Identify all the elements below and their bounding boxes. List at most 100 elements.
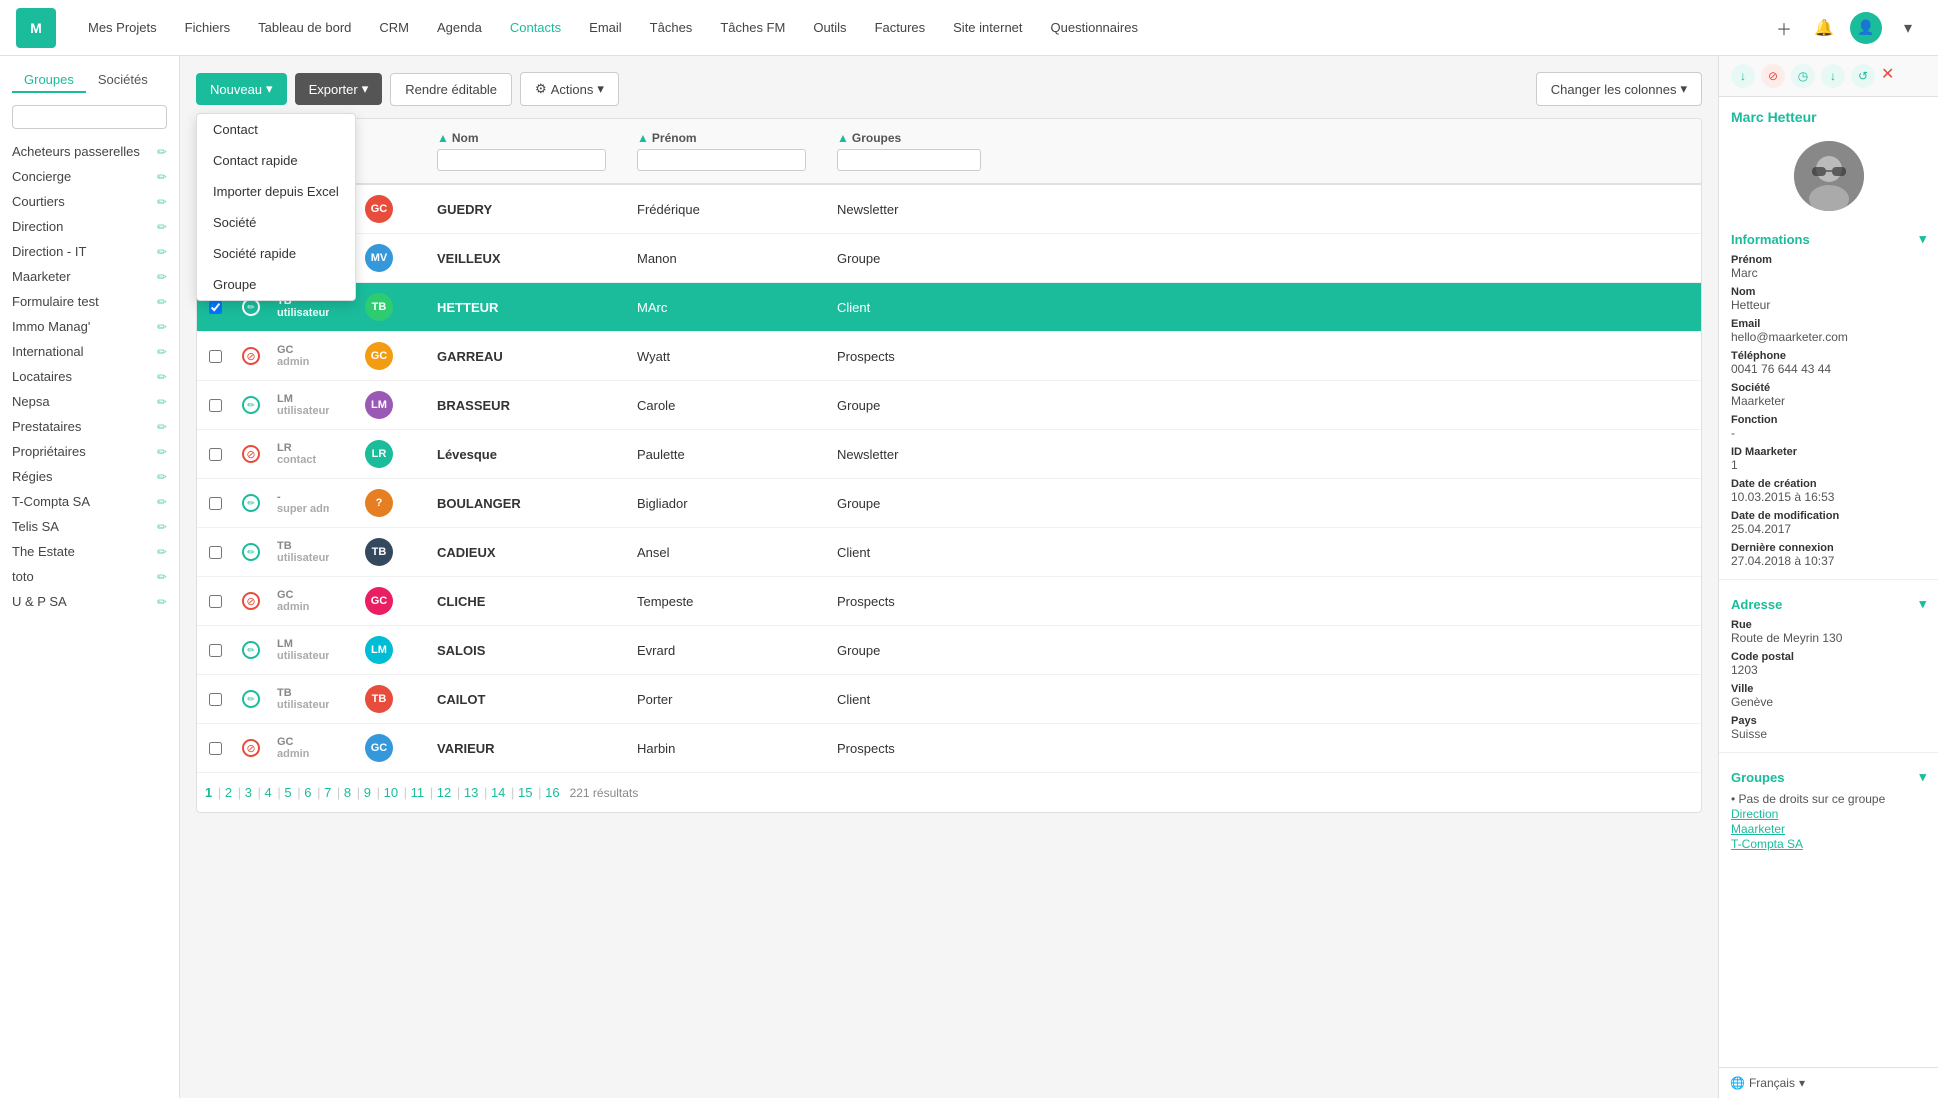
sidebar-item-10[interactable]: Nepsa✏: [0, 389, 179, 414]
page-7[interactable]: 7: [324, 785, 331, 800]
page-13[interactable]: 13: [464, 785, 478, 800]
sidebar-item-11[interactable]: Prestataires✏: [0, 414, 179, 439]
nav-mes-projets[interactable]: Mes Projets: [76, 14, 169, 41]
page-11[interactable]: 11: [411, 785, 425, 800]
nom-filter-input[interactable]: [437, 149, 606, 171]
sidebar-item-2[interactable]: Courtiers✏: [0, 189, 179, 214]
sidebar-edit-icon-1[interactable]: ✏: [157, 170, 167, 184]
rp-close-button[interactable]: ✕: [1881, 64, 1894, 88]
delete-icon-5[interactable]: ⊘: [242, 445, 260, 463]
app-logo[interactable]: M: [16, 8, 56, 48]
page-1[interactable]: 1: [205, 785, 212, 800]
sidebar-item-13[interactable]: Régies✏: [0, 464, 179, 489]
page-2[interactable]: 2: [225, 785, 232, 800]
row-checkbox-11[interactable]: [197, 732, 233, 765]
nav-tableau-de-bord[interactable]: Tableau de bord: [246, 14, 363, 41]
export-button[interactable]: Exporter ▾: [295, 73, 383, 105]
nav-fichiers[interactable]: Fichiers: [173, 14, 243, 41]
menu-groupe[interactable]: Groupe: [197, 269, 355, 300]
add-icon[interactable]: ＋: [1770, 14, 1798, 42]
page-12[interactable]: 12: [437, 785, 451, 800]
row-checkbox-3[interactable]: [197, 340, 233, 373]
sidebar-item-4[interactable]: Direction - IT✏: [0, 239, 179, 264]
sidebar-search-input[interactable]: [12, 105, 167, 129]
table-row[interactable]: ⊘ GC admin GC CLICHE Tempeste Prospects: [197, 577, 1701, 626]
row-checkbox-8[interactable]: [197, 585, 233, 618]
group-maarketer-link[interactable]: Maarketer: [1731, 822, 1785, 836]
sidebar-item-9[interactable]: Locataires✏: [0, 364, 179, 389]
page-8[interactable]: 8: [344, 785, 351, 800]
sidebar-item-12[interactable]: Propriétaires✏: [0, 439, 179, 464]
table-row[interactable]: ✏ - super admin ? BOULANGER Bigliador Gr…: [197, 479, 1701, 528]
sidebar-edit-icon-18[interactable]: ✏: [157, 595, 167, 609]
nav-agenda[interactable]: Agenda: [425, 14, 494, 41]
rp-block-icon[interactable]: ⊘: [1761, 64, 1785, 88]
table-row[interactable]: ⊘ LR contact LR Lévesque Paulette Newsle…: [197, 430, 1701, 479]
page-5[interactable]: 5: [284, 785, 291, 800]
nav-contacts[interactable]: Contacts: [498, 14, 573, 41]
rp-share-icon[interactable]: ↓: [1821, 64, 1845, 88]
sidebar-item-6[interactable]: Formulaire test✏: [0, 289, 179, 314]
rp-clock-icon[interactable]: ◷: [1791, 64, 1815, 88]
sidebar-edit-icon-10[interactable]: ✏: [157, 395, 167, 409]
section-groupes-toggle[interactable]: ▾: [1919, 769, 1926, 785]
sidebar-item-18[interactable]: U & P SA✏: [0, 589, 179, 614]
columns-button[interactable]: Changer les colonnes ▾: [1536, 72, 1702, 106]
row-checkbox-5[interactable]: [197, 438, 233, 471]
prenom-filter-input[interactable]: [637, 149, 806, 171]
table-row[interactable]: ✏ LM utilisateur LM SALOIS Evrard Groupe: [197, 626, 1701, 675]
sidebar-edit-icon-4[interactable]: ✏: [157, 245, 167, 259]
sidebar-edit-icon-3[interactable]: ✏: [157, 220, 167, 234]
sidebar-item-15[interactable]: Telis SA✏: [0, 514, 179, 539]
new-button[interactable]: Nouveau ▾: [196, 73, 287, 105]
delete-icon-11[interactable]: ⊘: [242, 739, 260, 757]
row-checkbox-6[interactable]: [197, 487, 233, 520]
table-row[interactable]: ⊘ GC admin GC GARREAU Wyatt Prospects: [197, 332, 1701, 381]
delete-icon-3[interactable]: ⊘: [242, 347, 260, 365]
page-10[interactable]: 10: [384, 785, 398, 800]
tab-societies[interactable]: Sociétés: [86, 68, 160, 93]
edit-pencil-icon-9[interactable]: ✏: [242, 641, 260, 659]
table-row[interactable]: ✏ MV super admin MV VEILLEUX Manon Group…: [197, 234, 1701, 283]
sidebar-item-14[interactable]: T-Compta SA✏: [0, 489, 179, 514]
sidebar-edit-icon-2[interactable]: ✏: [157, 195, 167, 209]
edit-pencil-icon-4[interactable]: ✏: [242, 396, 260, 414]
row-checkbox-4[interactable]: [197, 389, 233, 422]
sidebar-edit-icon-17[interactable]: ✏: [157, 570, 167, 584]
sidebar-edit-icon-12[interactable]: ✏: [157, 445, 167, 459]
rp-download-icon[interactable]: ↓: [1731, 64, 1755, 88]
actions-button[interactable]: ⚙ Actions ▾: [520, 72, 619, 106]
sidebar-edit-icon-7[interactable]: ✏: [157, 320, 167, 334]
menu-contact-rapide[interactable]: Contact rapide: [197, 145, 355, 176]
menu-societe[interactable]: Société: [197, 207, 355, 238]
sidebar-edit-icon-0[interactable]: ✏: [157, 145, 167, 159]
sidebar-item-0[interactable]: Acheteurs passerelles✏: [0, 139, 179, 164]
nav-site-internet[interactable]: Site internet: [941, 14, 1034, 41]
nav-questionnaires[interactable]: Questionnaires: [1039, 14, 1150, 41]
sidebar-edit-icon-9[interactable]: ✏: [157, 370, 167, 384]
sidebar-edit-icon-14[interactable]: ✏: [157, 495, 167, 509]
menu-societe-rapide[interactable]: Société rapide: [197, 238, 355, 269]
page-14[interactable]: 14: [491, 785, 505, 800]
sidebar-edit-icon-13[interactable]: ✏: [157, 470, 167, 484]
page-3[interactable]: 3: [245, 785, 252, 800]
nav-taches[interactable]: Tâches: [638, 14, 705, 41]
page-9[interactable]: 9: [364, 785, 371, 800]
page-15[interactable]: 15: [518, 785, 532, 800]
delete-icon-8[interactable]: ⊘: [242, 592, 260, 610]
dropdown-arrow-icon[interactable]: ▾: [1894, 14, 1922, 42]
sidebar-edit-icon-11[interactable]: ✏: [157, 420, 167, 434]
menu-contact[interactable]: Contact: [197, 114, 355, 145]
sidebar-item-3[interactable]: Direction✏: [0, 214, 179, 239]
nav-factures[interactable]: Factures: [863, 14, 938, 41]
rp-refresh-icon[interactable]: ↺: [1851, 64, 1875, 88]
nav-crm[interactable]: CRM: [367, 14, 421, 41]
row-checkbox-10[interactable]: [197, 683, 233, 716]
edit-pencil-icon-7[interactable]: ✏: [242, 543, 260, 561]
edit-pencil-icon-6[interactable]: ✏: [242, 494, 260, 512]
edit-pencil-icon-10[interactable]: ✏: [242, 690, 260, 708]
sidebar-edit-icon-8[interactable]: ✏: [157, 345, 167, 359]
groupes-filter-input[interactable]: [837, 149, 981, 171]
row-checkbox-9[interactable]: [197, 634, 233, 667]
row-checkbox-7[interactable]: [197, 536, 233, 569]
